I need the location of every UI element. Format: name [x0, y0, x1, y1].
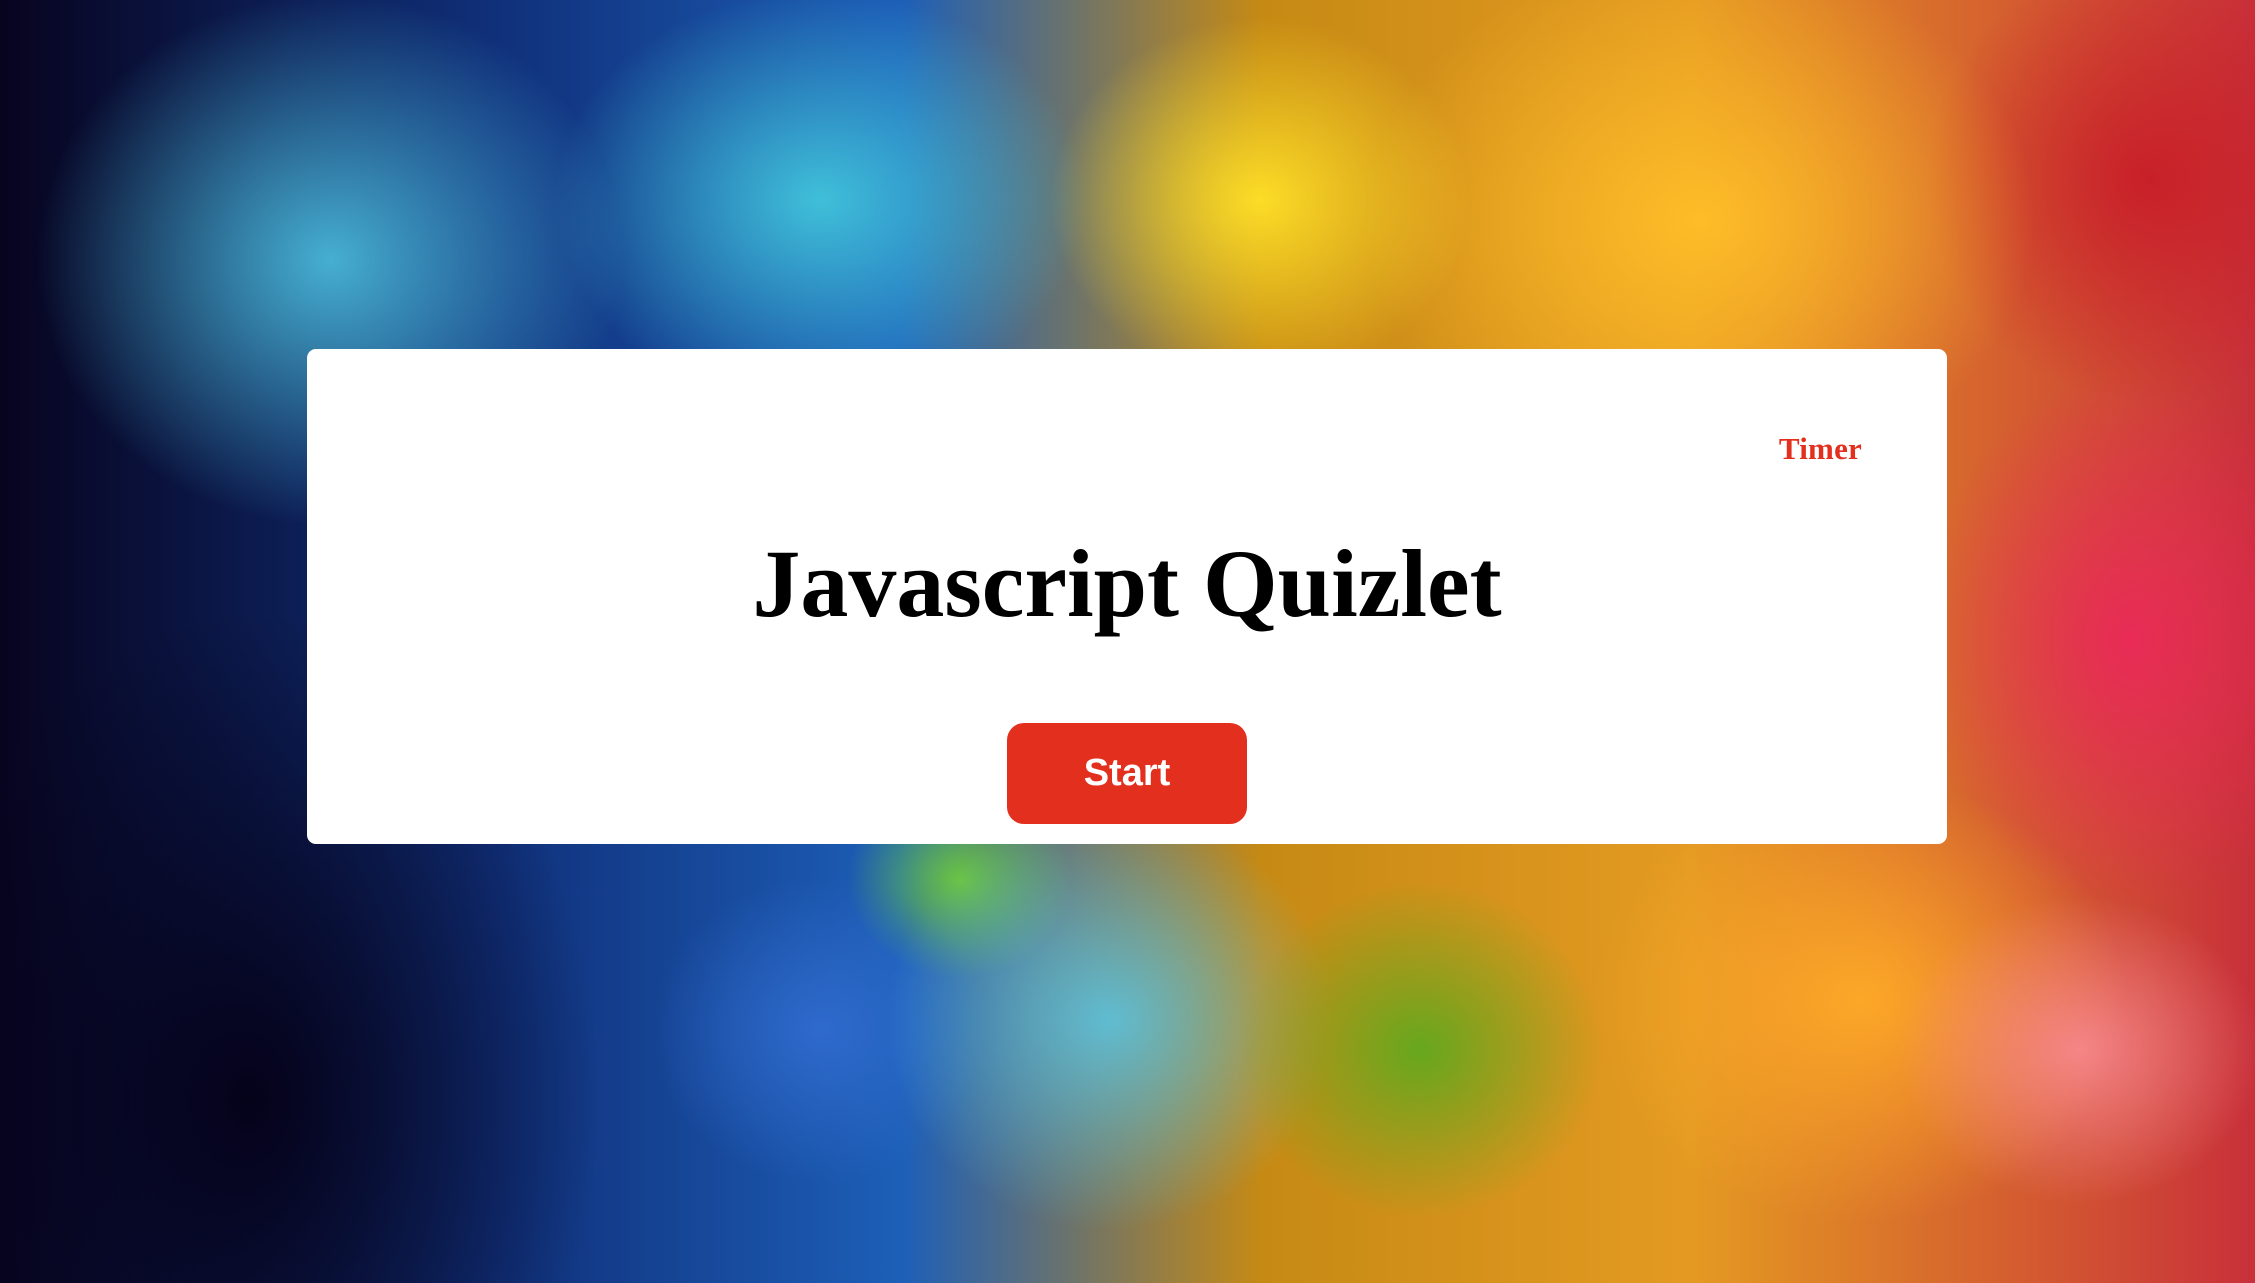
timer-label: Timer	[1778, 431, 1862, 466]
quiz-card: Timer Javascript Quizlet Start	[307, 349, 1947, 844]
start-button[interactable]: Start	[1007, 723, 1247, 824]
page-title: Javascript Quizlet	[752, 530, 1502, 637]
